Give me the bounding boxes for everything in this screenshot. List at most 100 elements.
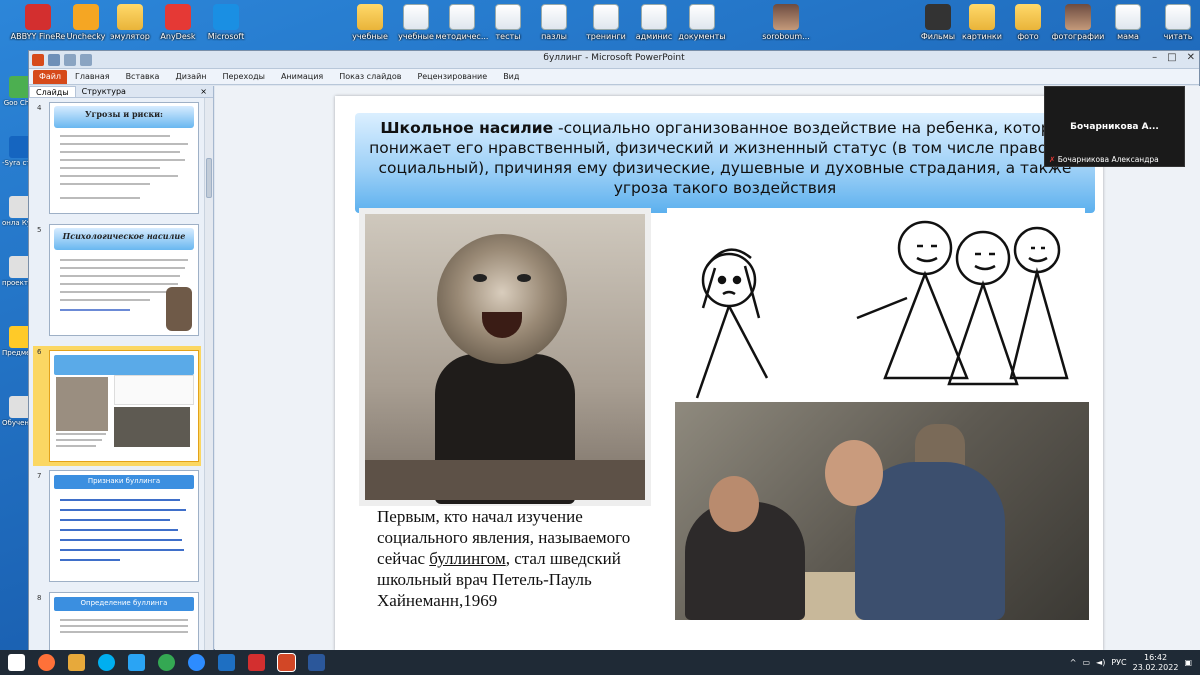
zoom-icon[interactable] xyxy=(188,654,205,671)
window-title: буллинг - Microsoft PowerPoint xyxy=(543,53,685,63)
system-tray: ^ ▭ ◄) РУС 16:42 23.02.2022 ▣ xyxy=(1070,650,1192,675)
slides-pane: Слайды Структура × 4 Угрозы и риски: 5 П… xyxy=(29,86,214,651)
caption-underlined: буллингом xyxy=(429,549,506,568)
muted-mic-icon: ✗ xyxy=(1049,155,1056,164)
app-icon xyxy=(773,4,799,30)
powerpoint-taskbar-icon[interactable] xyxy=(277,653,296,672)
teacher-leopard-photo[interactable] xyxy=(359,208,651,506)
slide-thumbnail-5[interactable]: 5 Психологическое насилие xyxy=(33,224,201,342)
tab-animations[interactable]: Анимация xyxy=(273,72,331,81)
tab-review[interactable]: Рецензирование xyxy=(409,72,495,81)
file-icon xyxy=(1165,4,1191,30)
pane-tabs: Слайды Структура × xyxy=(29,86,213,98)
media-player-icon[interactable] xyxy=(218,654,235,671)
skype-icon[interactable] xyxy=(98,654,115,671)
file-explorer-icon[interactable] xyxy=(68,654,85,671)
slide-number: 8 xyxy=(37,594,42,602)
folder-icon xyxy=(357,4,383,30)
desktop-icon[interactable]: пазлы xyxy=(524,4,584,41)
app-icon xyxy=(25,4,51,30)
tab-transitions[interactable]: Переходы xyxy=(215,72,273,81)
definition-term: Школьное насилие xyxy=(380,119,554,137)
slide-thumb-title: Определение буллинга xyxy=(80,599,168,607)
telegram-icon[interactable] xyxy=(128,654,145,671)
slide-thumbnail-8[interactable]: 8 Определение буллинга xyxy=(33,592,201,651)
desktop-icon[interactable]: soroboum... xyxy=(756,4,816,41)
tab-outline[interactable]: Структура xyxy=(76,86,132,97)
definition-text: Школьное насилие -социально организованн… xyxy=(365,118,1085,198)
file-icon xyxy=(541,4,567,30)
slide-number: 5 xyxy=(37,226,42,234)
tray-chevron-icon[interactable]: ^ xyxy=(1070,658,1077,667)
clock-time: 16:42 xyxy=(1144,652,1168,662)
slide-thumbnail-7[interactable]: 7 Признаки буллинга xyxy=(33,470,201,588)
app-icon xyxy=(925,4,951,30)
notifications-icon[interactable]: ▣ xyxy=(1184,658,1192,667)
folder-icon xyxy=(117,4,143,30)
start-button-icon[interactable] xyxy=(8,654,25,671)
folder-icon xyxy=(1015,4,1041,30)
file-icon xyxy=(689,4,715,30)
file-icon xyxy=(449,4,475,30)
volume-icon[interactable]: ◄) xyxy=(1096,658,1105,667)
desktop-icon-label: документы xyxy=(678,32,726,41)
current-slide[interactable]: Школьное насилие -социально организованн… xyxy=(335,96,1103,651)
slide-thumbnail-6[interactable]: 6 xyxy=(33,346,201,466)
taskbar: ^ ▭ ◄) РУС 16:42 23.02.2022 ▣ xyxy=(0,650,1200,675)
desktop-icon[interactable]: документы xyxy=(672,4,732,41)
tab-view[interactable]: Вид xyxy=(495,72,527,81)
tab-design[interactable]: Дизайн xyxy=(167,72,214,81)
slide-number: 4 xyxy=(37,104,42,112)
participant-name: Бочарникова А... xyxy=(1070,122,1159,132)
desktop-icon[interactable]: Microsoft xyxy=(196,4,256,41)
desktop-icon-label: Microsoft xyxy=(207,32,245,41)
participant-footer: ✗ Бочарникова Александра xyxy=(1049,155,1159,164)
clock[interactable]: 16:42 23.02.2022 xyxy=(1133,653,1179,673)
tab-slides[interactable]: Слайды xyxy=(29,86,76,97)
slide-thumb-title: Угрозы и риски: xyxy=(84,109,163,119)
file-icon xyxy=(593,4,619,30)
title-bar: буллинг - Microsoft PowerPoint – □ ✕ xyxy=(29,51,1199,69)
app-icon xyxy=(1065,4,1091,30)
file-icon xyxy=(1115,4,1141,30)
classroom-photo[interactable] xyxy=(675,402,1089,620)
acrobat-icon[interactable] xyxy=(248,654,265,671)
tab-home[interactable]: Главная xyxy=(67,72,118,81)
powerpoint-window: буллинг - Microsoft PowerPoint – □ ✕ Фай… xyxy=(28,50,1200,651)
firefox-icon[interactable] xyxy=(38,654,55,671)
folder-icon xyxy=(969,4,995,30)
clock-date: 23.02.2022 xyxy=(1132,662,1179,672)
slide-number: 6 xyxy=(37,348,42,356)
app-icon xyxy=(165,4,191,30)
pane-scrollbar[interactable] xyxy=(204,98,213,651)
close-button[interactable]: ✕ xyxy=(1187,52,1195,63)
participant-full-name: Бочарникова Александра xyxy=(1057,155,1159,164)
tab-file[interactable]: Файл xyxy=(33,69,67,84)
maximize-button[interactable]: □ xyxy=(1167,52,1176,63)
stick-figure-cartoon[interactable] xyxy=(667,208,1085,404)
definition-box[interactable]: Школьное насилие -социально организованн… xyxy=(355,113,1095,213)
file-icon xyxy=(495,4,521,30)
file-icon xyxy=(403,4,429,30)
desktop-icon[interactable]: читать xyxy=(1148,4,1200,41)
language-indicator[interactable]: РУС xyxy=(1111,658,1126,667)
slide-caption[interactable]: Первым, кто начал изучение социального я… xyxy=(377,506,637,611)
slide-thumb-title: Психологическое насилие xyxy=(62,231,186,241)
slide-thumb-title: Признаки буллинга xyxy=(87,477,161,485)
minimize-button[interactable]: – xyxy=(1152,52,1157,63)
word-icon[interactable] xyxy=(308,654,325,671)
desktop-icon-label: читать xyxy=(1163,32,1193,41)
chrome-icon[interactable] xyxy=(158,654,175,671)
file-icon xyxy=(641,4,667,30)
tab-slide-show[interactable]: Показ слайдов xyxy=(331,72,409,81)
desktop-icon-label: пазлы xyxy=(541,32,567,41)
tab-insert[interactable]: Вставка xyxy=(118,72,168,81)
app-icon xyxy=(73,4,99,30)
close-pane-icon[interactable]: × xyxy=(194,86,213,97)
slide-number: 7 xyxy=(37,472,42,480)
zoom-participant-video[interactable]: Бочарникова А... ✗ Бочарникова Александр… xyxy=(1044,86,1185,167)
network-icon[interactable]: ▭ xyxy=(1082,658,1090,667)
slide-thumbnail-4[interactable]: 4 Угрозы и риски: xyxy=(33,102,201,220)
ribbon-tabs: Файл Главная Вставка Дизайн Переходы Ани… xyxy=(29,69,1199,85)
desktop-icon-label: soroboum... xyxy=(762,32,810,41)
